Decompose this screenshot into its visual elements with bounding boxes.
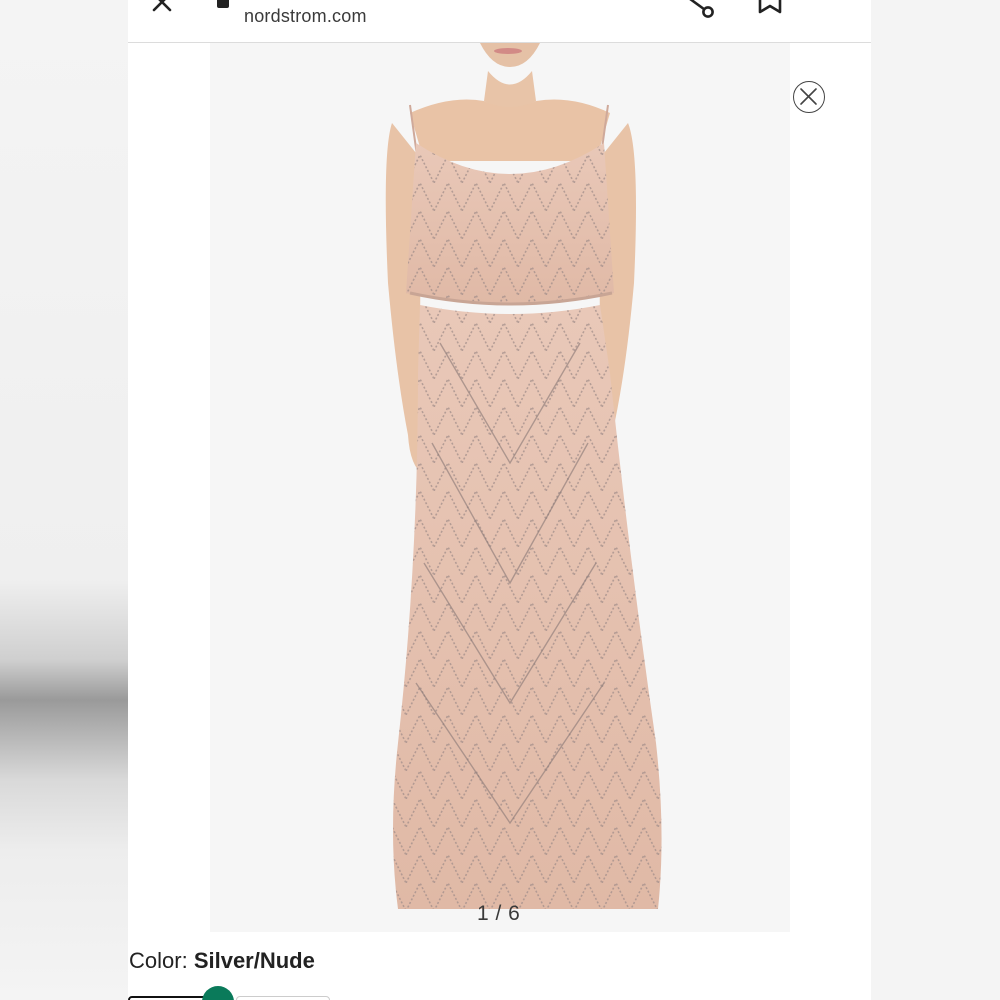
background-right xyxy=(871,0,1000,1000)
more-vert-icon[interactable] xyxy=(828,0,842,16)
url-text[interactable]: nordstrom.com xyxy=(244,6,367,27)
bookmark-icon[interactable] xyxy=(756,0,784,16)
lock-icon xyxy=(216,0,230,8)
color-label: Color: xyxy=(129,948,188,973)
background-left xyxy=(0,0,128,1000)
color-swatch-selected[interactable] xyxy=(128,996,212,1000)
share-icon[interactable] xyxy=(680,0,716,18)
close-icon[interactable] xyxy=(150,0,174,14)
browser-toolbar: nordstrom.com xyxy=(128,0,871,43)
mobile-browser-screen: nordstrom.com 1 / 6 Color: Silver/Nude xyxy=(128,0,871,1000)
close-circle-icon[interactable] xyxy=(793,81,825,113)
color-swatch[interactable] xyxy=(236,996,330,1000)
product-image[interactable] xyxy=(210,43,790,932)
color-selection: Color: Silver/Nude xyxy=(129,948,315,974)
image-pager: 1 / 6 xyxy=(477,902,521,925)
color-value: Silver/Nude xyxy=(193,948,315,973)
check-icon xyxy=(202,986,234,1000)
dress-photo xyxy=(210,43,790,932)
